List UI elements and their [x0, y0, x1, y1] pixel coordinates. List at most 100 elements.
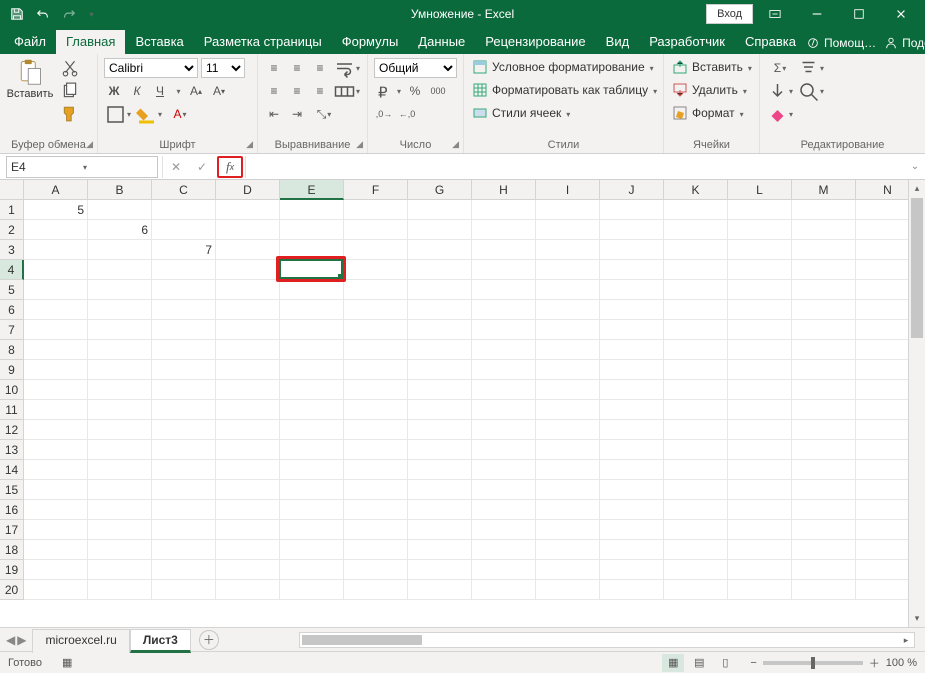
cell-C3[interactable]: 7	[152, 240, 216, 260]
row-header-20[interactable]: 20	[0, 580, 24, 600]
cell-A17[interactable]	[24, 520, 88, 540]
cell-C15[interactable]	[152, 480, 216, 500]
cell-I2[interactable]	[536, 220, 600, 240]
zoom-in-icon[interactable]: ＋	[869, 655, 880, 671]
cell-F7[interactable]	[344, 320, 408, 340]
cell-B4[interactable]	[88, 260, 152, 280]
cell-H20[interactable]	[472, 580, 536, 600]
cell-H7[interactable]	[472, 320, 536, 340]
align-bottom-icon[interactable]: ≡	[310, 58, 330, 78]
cell-C8[interactable]	[152, 340, 216, 360]
cell-B9[interactable]	[88, 360, 152, 380]
save-icon[interactable]	[6, 3, 28, 25]
cell-K9[interactable]	[664, 360, 728, 380]
horizontal-scrollbar[interactable]: ◂ ▸	[299, 632, 915, 648]
cell-F17[interactable]	[344, 520, 408, 540]
cell-B7[interactable]	[88, 320, 152, 340]
cell-K16[interactable]	[664, 500, 728, 520]
row-header-4[interactable]: 4	[0, 260, 24, 280]
cell-M7[interactable]	[792, 320, 856, 340]
cell-K19[interactable]	[664, 560, 728, 580]
cell-C17[interactable]	[152, 520, 216, 540]
cell-F5[interactable]	[344, 280, 408, 300]
cell-G10[interactable]	[408, 380, 472, 400]
cell-I4[interactable]	[536, 260, 600, 280]
tab-вид[interactable]: Вид	[596, 30, 640, 54]
cell-G16[interactable]	[408, 500, 472, 520]
cell-G9[interactable]	[408, 360, 472, 380]
cell-I12[interactable]	[536, 420, 600, 440]
cell-D19[interactable]	[216, 560, 280, 580]
row-header-16[interactable]: 16	[0, 500, 24, 520]
row-header-1[interactable]: 1	[0, 200, 24, 220]
cell-J2[interactable]	[600, 220, 664, 240]
cell-M13[interactable]	[792, 440, 856, 460]
cell-A16[interactable]	[24, 500, 88, 520]
cell-E14[interactable]	[280, 460, 344, 480]
row-header-6[interactable]: 6	[0, 300, 24, 320]
row-header-15[interactable]: 15	[0, 480, 24, 500]
cell-I3[interactable]	[536, 240, 600, 260]
tab-формулы[interactable]: Формулы	[332, 30, 409, 54]
cell-D6[interactable]	[216, 300, 280, 320]
cell-B19[interactable]	[88, 560, 152, 580]
cell-H8[interactable]	[472, 340, 536, 360]
cell-B18[interactable]	[88, 540, 152, 560]
cell-H12[interactable]	[472, 420, 536, 440]
format-cells-button[interactable]: Формат	[670, 104, 753, 122]
cell-F1[interactable]	[344, 200, 408, 220]
cell-A18[interactable]	[24, 540, 88, 560]
cell-I6[interactable]	[536, 300, 600, 320]
cell-C13[interactable]	[152, 440, 216, 460]
cell-B3[interactable]	[88, 240, 152, 260]
cell-G6[interactable]	[408, 300, 472, 320]
row-header-7[interactable]: 7	[0, 320, 24, 340]
font-name-combo[interactable]: Calibri	[104, 58, 198, 78]
zoom-out-icon[interactable]: −	[750, 657, 756, 669]
cell-J1[interactable]	[600, 200, 664, 220]
tab-справка[interactable]: Справка	[735, 30, 806, 54]
cell-I8[interactable]	[536, 340, 600, 360]
cell-K14[interactable]	[664, 460, 728, 480]
cell-J3[interactable]	[600, 240, 664, 260]
row-header-11[interactable]: 11	[0, 400, 24, 420]
row-header-10[interactable]: 10	[0, 380, 24, 400]
cell-F15[interactable]	[344, 480, 408, 500]
insert-cells-button[interactable]: Вставить	[670, 58, 753, 76]
cell-H6[interactable]	[472, 300, 536, 320]
clipboard-launcher-icon[interactable]: ◢	[86, 139, 93, 150]
cell-E10[interactable]	[280, 380, 344, 400]
cell-M4[interactable]	[792, 260, 856, 280]
cell-E16[interactable]	[280, 500, 344, 520]
cell-K5[interactable]	[664, 280, 728, 300]
cell-D4[interactable]	[216, 260, 280, 280]
number-format-combo[interactable]: Общий	[374, 58, 457, 78]
font-color-icon[interactable]: А	[166, 104, 194, 124]
tab-данные[interactable]: Данные	[408, 30, 475, 54]
cell-A13[interactable]	[24, 440, 88, 460]
cell-E7[interactable]	[280, 320, 344, 340]
cell-A15[interactable]	[24, 480, 88, 500]
cell-M2[interactable]	[792, 220, 856, 240]
cell-E3[interactable]	[280, 240, 344, 260]
bold-icon[interactable]: Ж	[104, 81, 124, 101]
cell-H13[interactable]	[472, 440, 536, 460]
login-button[interactable]: Вход	[706, 4, 753, 24]
col-header-I[interactable]: I	[536, 180, 600, 200]
cell-F4[interactable]	[344, 260, 408, 280]
cell-I18[interactable]	[536, 540, 600, 560]
cell-G2[interactable]	[408, 220, 472, 240]
increase-indent-icon[interactable]: ⇥	[287, 104, 307, 124]
cell-J12[interactable]	[600, 420, 664, 440]
cell-L14[interactable]	[728, 460, 792, 480]
row-header-13[interactable]: 13	[0, 440, 24, 460]
tab-разработчик[interactable]: Разработчик	[639, 30, 735, 54]
cell-B1[interactable]	[88, 200, 152, 220]
cell-I1[interactable]	[536, 200, 600, 220]
cell-G19[interactable]	[408, 560, 472, 580]
cell-K8[interactable]	[664, 340, 728, 360]
cell-L13[interactable]	[728, 440, 792, 460]
add-sheet-button[interactable]: ＋	[199, 630, 219, 650]
percent-icon[interactable]: %	[405, 81, 425, 101]
cell-A9[interactable]	[24, 360, 88, 380]
